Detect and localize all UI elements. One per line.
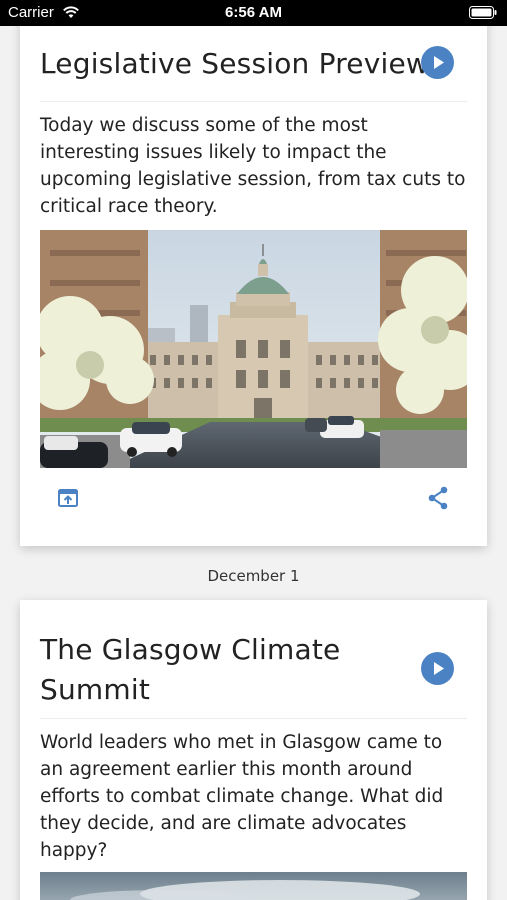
episode-card[interactable]: Legislative Session Preview Today we dis… <box>20 0 487 546</box>
episode-description: Today we discuss some of the most intere… <box>40 115 466 217</box>
episode-description: World leaders who met in Glasgow came to… <box>40 732 444 861</box>
play-icon <box>434 56 444 69</box>
episode-card[interactable]: The Glasgow Climate Summit World leaders… <box>20 600 487 900</box>
status-bar: Carrier 6:56 AM <box>0 0 507 26</box>
battery-icon <box>469 6 497 19</box>
play-button[interactable] <box>421 652 454 685</box>
statehouse-photo <box>40 230 467 468</box>
open-in-app-icon[interactable] <box>56 486 80 510</box>
date-separator: December 1 <box>207 567 300 585</box>
episode-title: Legislative Session Preview <box>40 47 429 80</box>
play-icon <box>434 662 444 675</box>
sky-photo <box>40 872 467 900</box>
clock: 6:56 AM <box>225 4 282 21</box>
episode-image <box>40 872 467 900</box>
episode-title: The Glasgow Climate Summit <box>40 633 341 706</box>
share-icon[interactable] <box>426 485 450 511</box>
divider <box>40 718 467 719</box>
episode-image <box>40 230 467 468</box>
play-button[interactable] <box>421 46 454 79</box>
divider <box>40 101 467 102</box>
